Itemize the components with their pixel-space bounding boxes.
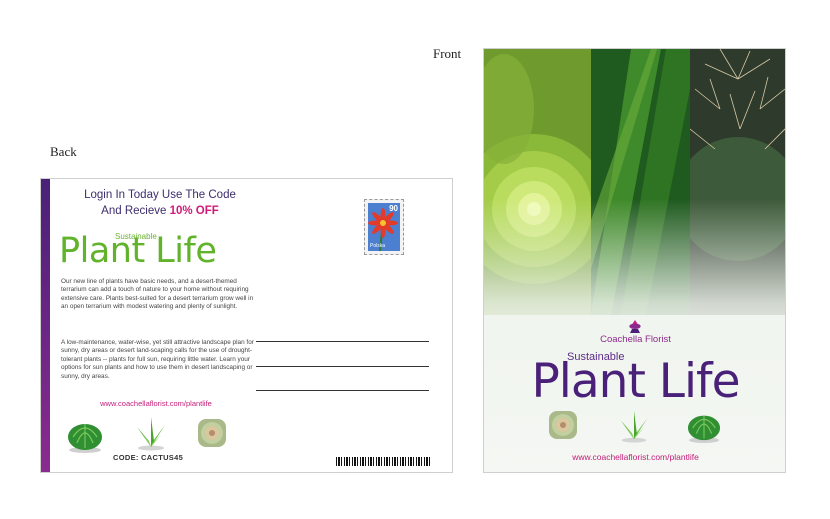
front-brand-name: Coachella Florist: [600, 334, 671, 345]
aloe-icon: [137, 417, 165, 451]
back-paragraph-1: Our new line of plants have basic needs,…: [61, 278, 254, 311]
succulent-icon: [198, 419, 226, 447]
front-title: Plant Life: [531, 354, 740, 409]
stamp-country: Polska: [370, 243, 386, 249]
purple-edge-strip: [41, 179, 50, 472]
cactus-icon: [687, 415, 721, 443]
address-line-1: [256, 341, 429, 342]
back-label: Back: [50, 144, 77, 159]
back-sustainable-label: Sustainable: [115, 232, 157, 241]
front-label: Front: [433, 46, 462, 61]
promo-line-1: Login In Today Use The Code: [84, 189, 236, 201]
front-sustainable-label: Sustainable: [567, 351, 625, 363]
front-url: www.coachellaflorist.com/plantlife: [572, 452, 699, 462]
promo-line-2: And Recieve 10% OFF: [55, 205, 265, 217]
aloe-icon: [620, 410, 648, 443]
promo-discount: 10% OFF: [169, 205, 219, 217]
cactus-icon: [68, 424, 102, 453]
back-url: www.coachellaflorist.com/plantlife: [100, 399, 212, 408]
address-line-3: [256, 390, 429, 391]
stamp-value: 90: [389, 204, 398, 213]
promo-code: CODE: CACTUS45: [113, 453, 184, 462]
postcard-back: Login In Today Use The Code And Recieve …: [40, 178, 453, 473]
succulent-icon: [549, 411, 577, 439]
address-line-2: [256, 366, 429, 367]
back-paragraph-2: A low-maintenance, water-wise, yet still…: [61, 339, 254, 380]
postcard-front: Coachella Florist Plant Life Sustainable…: [483, 48, 786, 473]
promo-line-2-text: And Recieve: [101, 205, 167, 217]
postage-stamp: 90 Polska: [364, 199, 404, 255]
stamp-artwork: 90 Polska: [368, 203, 400, 251]
postal-barcode: [336, 457, 431, 466]
flower-logo-icon: [629, 320, 641, 333]
